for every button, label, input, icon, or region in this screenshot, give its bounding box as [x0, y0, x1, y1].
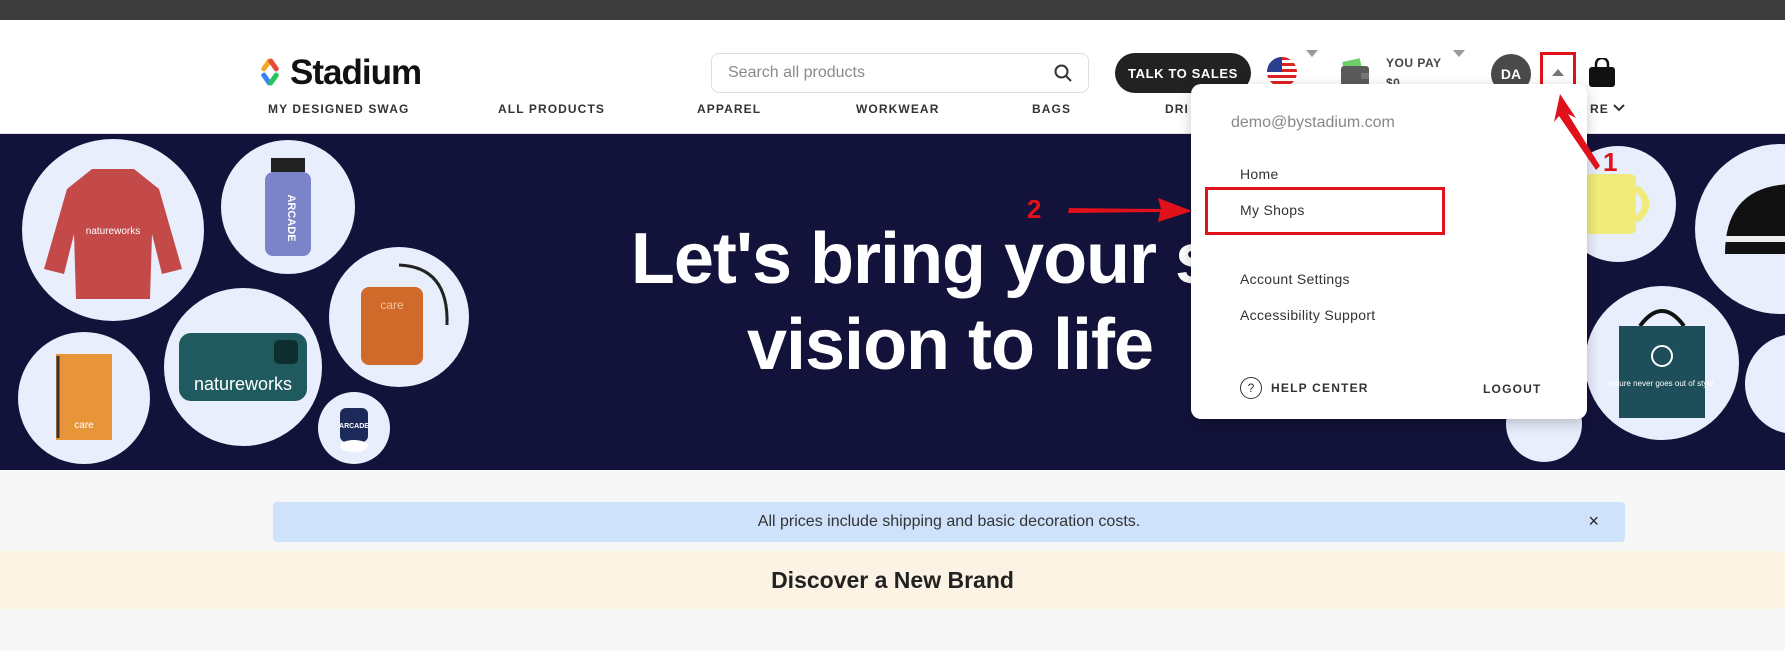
menu-item-my-shops[interactable]: My Shops: [1240, 202, 1305, 218]
tumbler-text: ARCADE: [339, 423, 369, 430]
help-circle-icon: ?: [1240, 377, 1262, 399]
shipping-info-banner: All prices include shipping and basic de…: [273, 502, 1625, 542]
bottle-text: ARCADE: [285, 194, 297, 241]
thermos-product-image: [1745, 334, 1785, 434]
nav-item-all-products[interactable]: ALL PRODUCTS: [498, 102, 605, 116]
annotation-step-2: 2: [1027, 194, 1042, 224]
nav-item-more[interactable]: RE: [1590, 102, 1609, 116]
tote-text: nature never goes out of style.: [1608, 379, 1716, 388]
search-input[interactable]: [728, 64, 1054, 82]
account-dropdown-menu: demo@bystadium.com Home My Shops Account…: [1191, 84, 1587, 419]
account-email: demo@bystadium.com: [1231, 114, 1395, 131]
close-icon[interactable]: ×: [1588, 511, 1599, 532]
shopping-bag-icon[interactable]: [1588, 56, 1616, 88]
nav-item-bags[interactable]: BAGS: [1032, 102, 1071, 116]
nav-item-workwear[interactable]: WORKWEAR: [856, 102, 939, 116]
logout-button[interactable]: LOGOUT: [1483, 382, 1542, 396]
hoodie-text: natureworks: [86, 226, 140, 237]
nav-item-drinkware[interactable]: DRI: [1165, 102, 1189, 116]
you-pay-label: YOU PAY: [1386, 56, 1442, 70]
you-pay-chevron-down-icon[interactable]: [1453, 50, 1465, 57]
annotation-step-1: 1: [1603, 147, 1618, 177]
crossbody-bag-product-image: care: [329, 247, 469, 387]
notebook-text: care: [74, 420, 94, 431]
phone-case-text: natureworks: [194, 374, 292, 394]
stadium-logo[interactable]: Stadium: [260, 53, 422, 93]
hoodie-product-image: natureworks: [22, 139, 204, 321]
banner-text: All prices include shipping and basic de…: [757, 513, 1141, 530]
menu-item-accessibility-support[interactable]: Accessibility Support: [1240, 307, 1375, 323]
nav-item-apparel[interactable]: APPAREL: [697, 102, 761, 116]
menu-item-home[interactable]: Home: [1240, 166, 1279, 182]
nav-more-chevron-down-icon[interactable]: [1612, 102, 1626, 114]
caret-up-icon: [1552, 68, 1564, 76]
bottle-product-image: ARCADE: [221, 140, 355, 274]
search-bar[interactable]: [711, 53, 1089, 93]
help-center-link[interactable]: ? HELP CENTER: [1240, 377, 1369, 399]
notebook-product-image: care: [18, 332, 150, 464]
tumbler-product-image: ARCADE: [318, 392, 390, 464]
bag-text: care: [380, 298, 404, 312]
discover-title: Discover a New Brand: [771, 566, 1014, 593]
logo-mark-icon: [260, 57, 284, 88]
logo-text: Stadium: [290, 53, 422, 92]
browser-top-bar: [0, 0, 1785, 20]
tote-bag-product-image: nature never goes out of style.: [1585, 286, 1739, 440]
cap-product-image: [1695, 144, 1785, 314]
help-center-label: HELP CENTER: [1271, 381, 1369, 395]
us-flag-icon[interactable]: [1267, 57, 1297, 87]
menu-item-account-settings[interactable]: Account Settings: [1240, 271, 1350, 287]
search-icon[interactable]: [1054, 64, 1072, 82]
discover-section-heading: Discover a New Brand: [0, 551, 1785, 609]
locale-chevron-down-icon[interactable]: [1306, 50, 1318, 57]
phone-case-product-image: natureworks: [164, 288, 322, 446]
nav-item-my-designed-swag[interactable]: MY DESIGNED SWAG: [268, 102, 409, 116]
